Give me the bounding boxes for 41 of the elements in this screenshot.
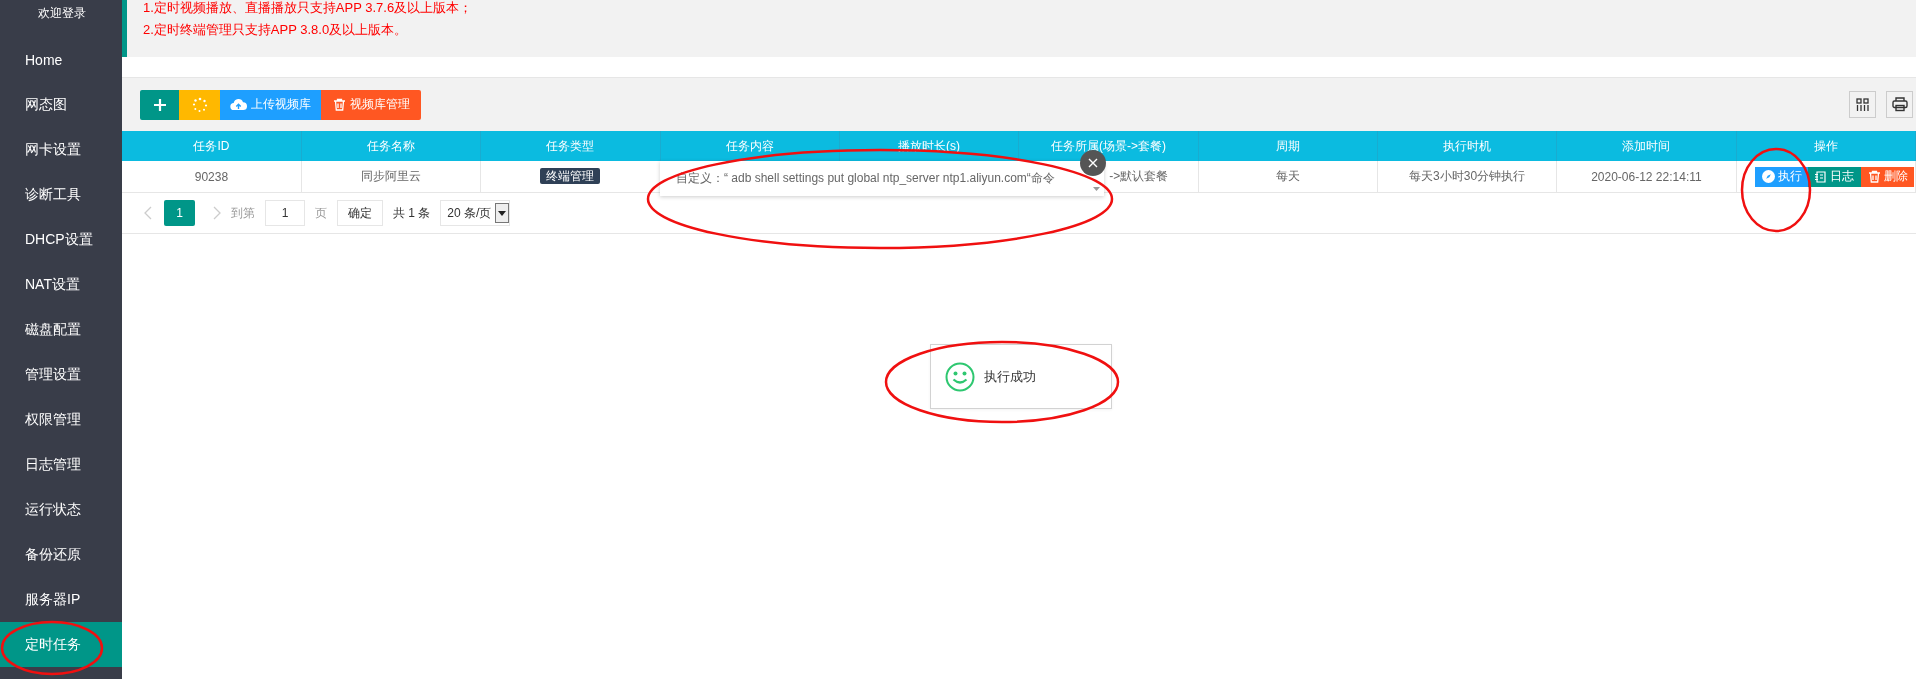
sidebar-item[interactable]: Home [0,37,122,82]
notice-text: 1.定时视频播放、直播播放只支持APP 3.7.6及以上版本； [143,0,473,17]
sidebar-item[interactable]: 权限管理 [0,397,122,442]
column-header: 任务内容 [660,131,840,161]
goto-label: 到第 [231,204,255,222]
sidebar-item[interactable]: 管理设置 [0,352,122,397]
column-header: 添加时间 [1556,131,1737,161]
sidebar-item[interactable]: 备份还原 [0,532,122,577]
type-tag: 终端管理 [540,168,601,184]
page-number[interactable]: 1 [164,200,195,226]
log-button[interactable]: 日志 [1808,166,1861,187]
toast-text: 执行成功 [984,367,1036,386]
sidebar-item[interactable]: DHCP设置 [0,217,122,262]
column-header: 操作 [1736,131,1916,161]
notice-text: 2.定时终端管理只支持APP 3.8.0及以上版本。 [143,21,408,39]
sidebar-item[interactable]: 运行状态 [0,487,122,532]
welcome-text: 欢迎登录 [38,5,86,22]
sidebar-item[interactable]: NAT设置 [0,262,122,307]
page-size-select[interactable]: 20 条/页 [440,200,511,226]
column-header: 任务所属(场景->套餐) [1018,131,1199,161]
column-header: 周期 [1198,131,1378,161]
table-cell: 同步阿里云 [301,161,481,193]
column-header: 任务ID [122,131,302,161]
column-header: 任务名称 [301,131,481,161]
sidebar-item[interactable]: 磁盘配置 [0,307,122,352]
confirm-button[interactable]: 确定 [337,200,383,226]
table-cell: 2020-06-12 22:14:11 [1556,161,1737,193]
page-unit: 页 [315,204,327,222]
sidebar-item[interactable]: 诊断工具 [0,172,122,217]
column-header: 任务类型 [480,131,661,161]
sidebar-item[interactable]: 网态图 [0,82,122,127]
table-cell: 每天 [1198,161,1378,193]
sidebar-item[interactable]: 日志管理 [0,442,122,487]
table-cell: 每天3小时30分钟执行 [1377,161,1557,193]
sidebar-item[interactable]: 定时任务 [0,622,122,667]
sidebar-item[interactable]: 网卡设置 [0,127,122,172]
table-cell: 90238 [122,161,302,193]
column-header: 执行时机 [1377,131,1557,161]
page-input[interactable]: 1 [265,200,305,226]
sidebar-item[interactable]: 服务器IP [0,577,122,622]
total-count: 共 1 条 [393,204,431,222]
